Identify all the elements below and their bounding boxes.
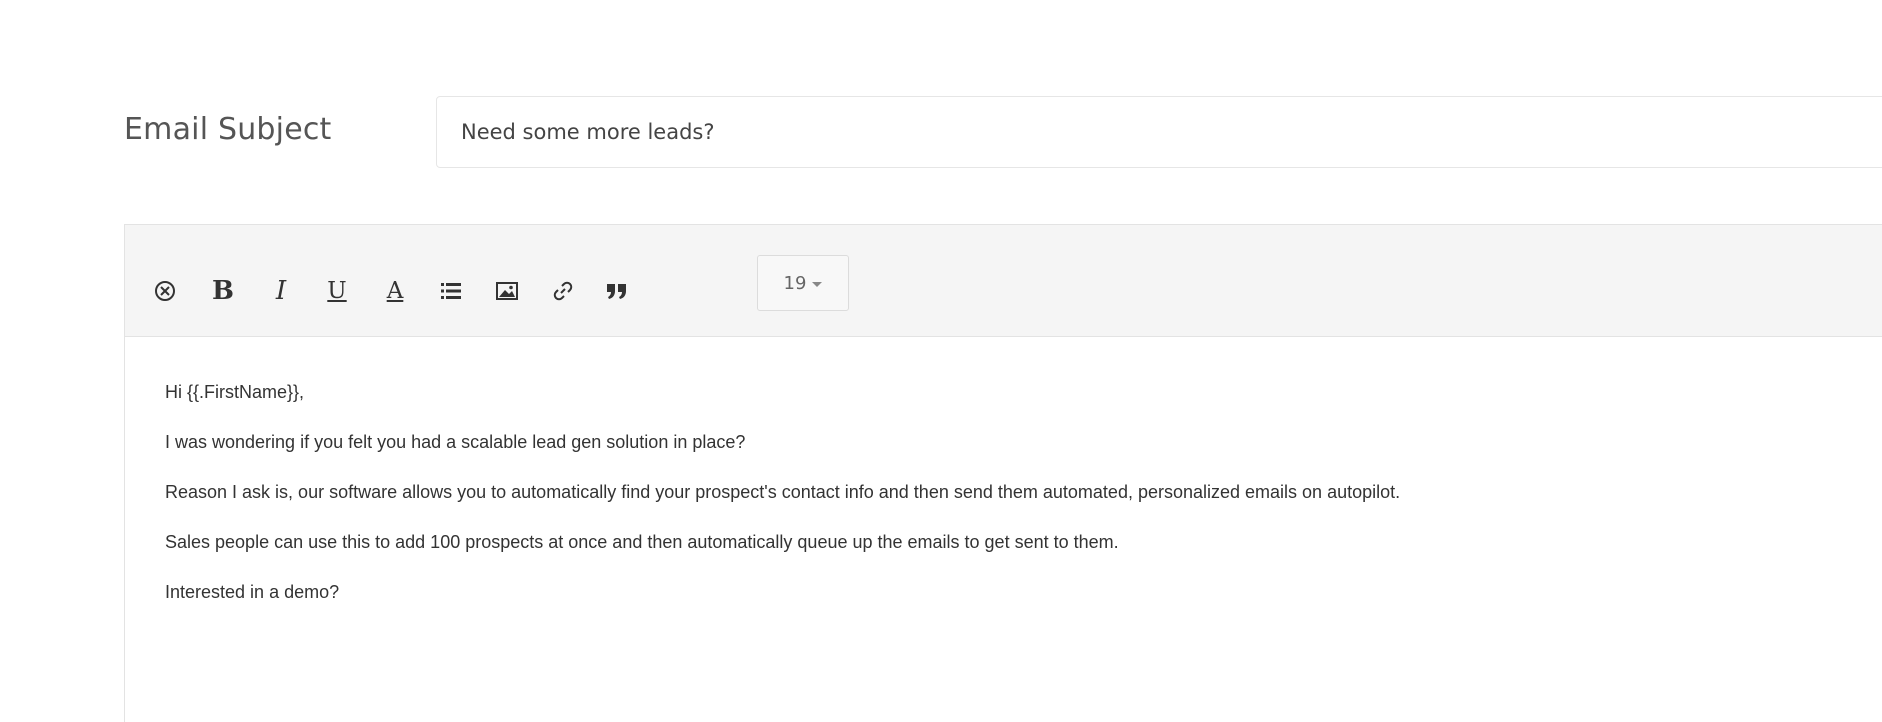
body-line: Hi {{.FirstName}}, [165,382,305,402]
email-body-content[interactable]: Hi {{.FirstName}}, I was wondering if yo… [125,337,1882,722]
clear-format-button[interactable] [143,269,187,313]
body-line: Interested in a demo? [165,582,340,602]
blockquote-button[interactable] [595,269,639,313]
body-line: I was wondering if you felt you had a sc… [165,432,746,452]
font-size-value: 19 [783,272,807,294]
bold-icon: B [212,276,234,306]
font-color-icon: A [386,277,404,304]
list-button[interactable] [429,269,473,313]
font-color-button[interactable]: A [373,269,417,313]
body-line: Sales people can use this to add 100 pro… [165,532,1119,552]
email-subject-label: Email Subject [124,112,332,147]
email-body-editor: B I U A 19 Hi {{.FirstName}}, I was wond… [124,224,1882,722]
underline-icon: U [327,277,347,304]
image-button[interactable] [485,269,529,313]
link-button[interactable] [541,269,585,313]
italic-icon: I [275,276,287,306]
font-size-dropdown[interactable]: 19 [757,255,849,311]
italic-button[interactable]: I [259,269,303,313]
clear-format-icon [154,280,176,302]
editor-toolbar: B I U A 19 [125,225,1882,337]
list-icon [440,281,462,301]
link-icon [552,280,574,302]
email-subject-input[interactable] [436,96,1882,168]
chevron-down-icon [812,281,823,287]
email-subject-row: Email Subject [0,0,1882,200]
bold-button[interactable]: B [201,269,245,313]
quote-icon [606,282,628,300]
underline-button[interactable]: U [315,269,359,313]
body-line: Reason I ask is, our software allows you… [165,482,1401,502]
image-icon [496,282,518,300]
